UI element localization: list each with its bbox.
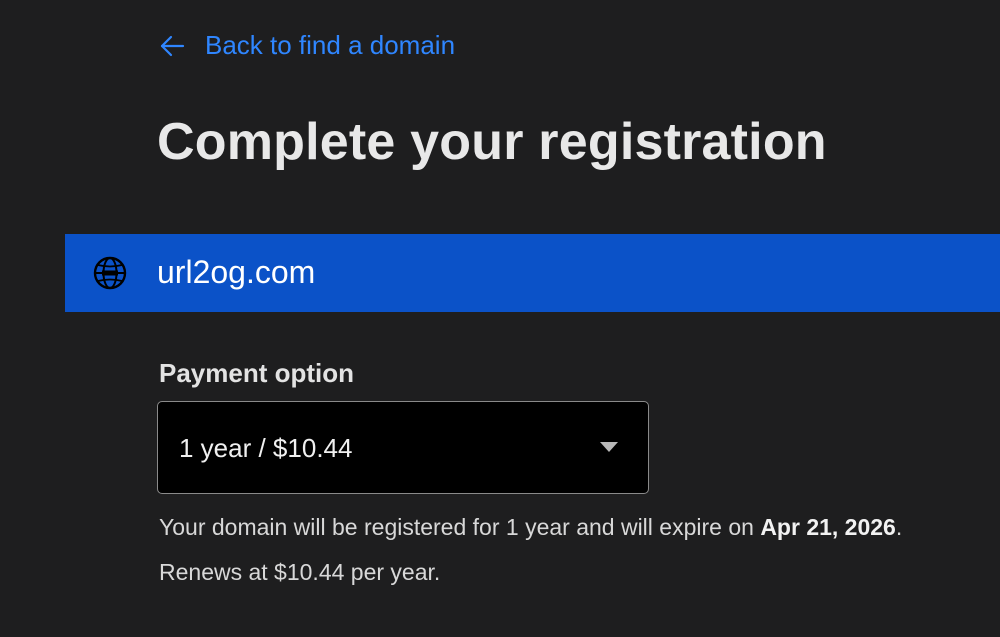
expiry-info-text: Your domain will be registered for 1 yea… xyxy=(159,514,902,541)
payment-option-value: 1 year / $10.44 xyxy=(179,433,353,463)
registration-page: Back to find a domain Complete your regi… xyxy=(0,0,1000,637)
domain-name: url2og.com xyxy=(157,254,316,290)
back-to-find-domain-link[interactable]: Back to find a domain xyxy=(157,30,455,61)
payment-option-label: Payment option xyxy=(159,358,355,388)
chevron-down-icon xyxy=(600,442,618,452)
back-link-label: Back to find a domain xyxy=(205,30,456,60)
expiry-info-prefix: Your domain will be registered for 1 yea… xyxy=(159,514,761,540)
expiry-info-suffix: . xyxy=(895,514,903,540)
page-title: Complete your registration xyxy=(157,113,827,171)
globe-icon xyxy=(93,256,127,290)
payment-option-select[interactable]: 1 year / $10.44 xyxy=(157,401,649,494)
expiry-date: Apr 21, 2026 xyxy=(760,514,896,540)
renewal-info-text: Renews at $10.44 per year. xyxy=(159,559,441,585)
arrow-left-icon xyxy=(157,31,187,61)
domain-banner: url2og.com xyxy=(65,234,1000,312)
